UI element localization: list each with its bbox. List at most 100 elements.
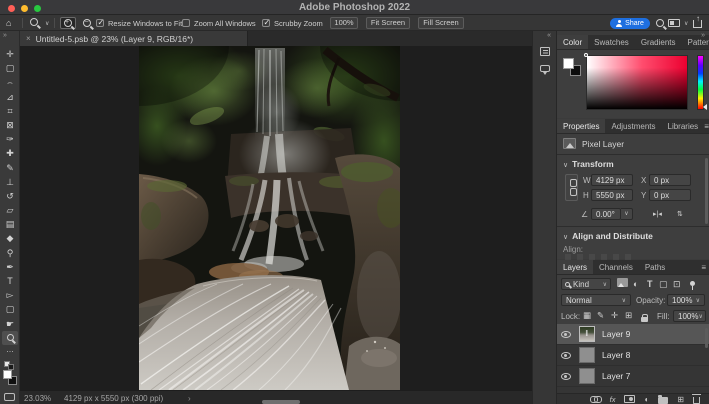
- x-field[interactable]: 0 px: [649, 174, 691, 186]
- rotation-dropdown-icon[interactable]: ∨: [621, 208, 633, 220]
- lock-artboard-icon[interactable]: ⊞: [625, 310, 632, 321]
- width-field[interactable]: 4129 px: [591, 174, 633, 186]
- opacity-dropdown[interactable]: 100% ∨: [667, 294, 705, 306]
- foreground-color-swatch[interactable]: [563, 58, 574, 69]
- fit-screen-button[interactable]: Fit Screen: [366, 17, 410, 29]
- rotation-field[interactable]: 0.00°: [591, 208, 621, 220]
- canvas-image[interactable]: [139, 46, 400, 390]
- layer-thumbnail[interactable]: [579, 347, 595, 363]
- type-tool[interactable]: T: [0, 274, 20, 288]
- fill-dropdown[interactable]: 100% ∨: [673, 310, 706, 322]
- tab-paths[interactable]: Paths: [639, 260, 671, 274]
- panel-menu-icon[interactable]: ≡: [704, 122, 709, 131]
- zoom-all-windows-checkbox[interactable]: [182, 19, 190, 27]
- edit-toolbar-icon[interactable]: …: [0, 345, 20, 357]
- chevron-down-icon[interactable]: ∨: [684, 20, 688, 27]
- layer-name[interactable]: Layer 7: [602, 371, 630, 381]
- status-zoom-level[interactable]: 23.03%: [24, 394, 51, 403]
- brush-tool[interactable]: ✎: [0, 161, 20, 175]
- delete-layer-icon[interactable]: [693, 397, 700, 404]
- foreground-color-swatch[interactable]: [3, 370, 12, 379]
- panel-menu-icon[interactable]: ≡: [701, 263, 709, 272]
- new-group-icon[interactable]: [658, 397, 668, 404]
- saturation-brightness-field[interactable]: [586, 55, 688, 110]
- properties-scrollbar-thumb[interactable]: [705, 158, 708, 224]
- blur-tool[interactable]: ◆: [0, 231, 20, 245]
- hand-tool[interactable]: ☛: [0, 317, 20, 331]
- flip-horizontal-icon[interactable]: ▸|◂: [653, 210, 662, 218]
- frame-tool[interactable]: ⊠: [0, 118, 20, 132]
- marquee-tool[interactable]: ▢: [0, 61, 20, 75]
- lock-all-icon[interactable]: [641, 317, 648, 322]
- layer-style-fx-icon[interactable]: fx: [610, 395, 616, 404]
- tab-libraries[interactable]: Libraries: [662, 119, 705, 133]
- zoom-100-button[interactable]: 100%: [330, 17, 358, 29]
- document-tab[interactable]: × Untitled-5.psb @ 23% (Layer 9, RGB/16*…: [20, 31, 248, 46]
- dodge-tool[interactable]: ⚲: [0, 246, 20, 260]
- fill-screen-button[interactable]: Fill Screen: [418, 17, 464, 29]
- toolbar-expand-icon[interactable]: »: [3, 32, 7, 39]
- zoom-tool-selected[interactable]: [2, 331, 18, 345]
- tab-properties[interactable]: Properties: [557, 119, 605, 133]
- eyedropper-tool[interactable]: ✑: [0, 132, 20, 146]
- filter-pixel-layers-icon[interactable]: [617, 278, 628, 290]
- layer-name[interactable]: Layer 9: [602, 329, 630, 339]
- home-icon[interactable]: ⌂: [6, 18, 11, 28]
- hue-slider-marker[interactable]: [703, 104, 707, 110]
- layers-scrollbar-thumb[interactable]: [705, 328, 708, 348]
- layer-filter-kind-dropdown[interactable]: Kind ∨: [561, 278, 611, 290]
- clone-stamp-tool[interactable]: ⊥: [0, 175, 20, 189]
- tab-adjustments[interactable]: Adjustments: [605, 119, 661, 133]
- screen-mode-icon[interactable]: [668, 19, 680, 27]
- share-button[interactable]: Share: [610, 18, 650, 29]
- expand-panels-icon[interactable]: »: [701, 32, 705, 39]
- height-field[interactable]: 5550 px: [591, 189, 633, 201]
- lasso-tool[interactable]: ⌢: [0, 75, 20, 89]
- move-tool[interactable]: ✛: [0, 47, 20, 61]
- search-icon[interactable]: [656, 19, 664, 29]
- filter-smart-objects-icon[interactable]: ⊡: [673, 278, 681, 290]
- filter-shape-layers-icon[interactable]: ▢: [659, 278, 668, 290]
- history-brush-tool[interactable]: ↺: [0, 189, 20, 203]
- transform-section-header[interactable]: ∨Transform: [563, 159, 614, 169]
- status-menu-chevron-icon[interactable]: ›: [188, 394, 191, 403]
- layer-row-selected[interactable]: Layer 9: [557, 324, 709, 345]
- link-dimensions-icon[interactable]: [565, 174, 578, 201]
- zoom-out-button[interactable]: [79, 17, 95, 29]
- tab-swatches[interactable]: Swatches: [588, 35, 635, 49]
- hue-slider[interactable]: [697, 55, 704, 110]
- filter-type-layers-icon[interactable]: T: [647, 278, 653, 290]
- flip-vertical-icon[interactable]: ⇅: [677, 210, 683, 218]
- visibility-eye-icon[interactable]: [561, 373, 571, 380]
- shape-tool[interactable]: ▢: [0, 302, 20, 316]
- eraser-tool[interactable]: ▱: [0, 203, 20, 217]
- export-share-icon[interactable]: [693, 20, 702, 28]
- history-panel-icon[interactable]: [540, 47, 550, 56]
- gradient-tool[interactable]: ▤: [0, 217, 20, 231]
- pen-tool[interactable]: ✒: [0, 260, 20, 274]
- lock-paint-icon[interactable]: ✎: [597, 310, 604, 321]
- color-sample-marker[interactable]: [584, 53, 588, 57]
- layer-thumbnail[interactable]: [579, 326, 595, 342]
- collapse-dock-icon[interactable]: «: [547, 32, 551, 39]
- tab-gradients[interactable]: Gradients: [635, 35, 682, 49]
- new-adjustment-layer-icon[interactable]: ◐: [644, 395, 649, 404]
- default-colors-icon[interactable]: [4, 361, 14, 368]
- visibility-eye-icon[interactable]: [561, 352, 571, 359]
- path-selection-tool[interactable]: ▻: [0, 288, 20, 302]
- crop-tool[interactable]: ⌗: [0, 104, 20, 118]
- healing-brush-tool[interactable]: ✚: [0, 146, 20, 160]
- layer-thumbnail[interactable]: [579, 368, 595, 384]
- visibility-eye-icon[interactable]: [561, 331, 571, 338]
- comments-panel-icon[interactable]: [540, 65, 550, 72]
- screen-mode-toggle-icon[interactable]: [4, 393, 15, 401]
- horizontal-scrollbar-thumb[interactable]: [262, 400, 300, 404]
- align-section-header[interactable]: ∨Align and Distribute: [563, 231, 653, 241]
- y-field[interactable]: 0 px: [649, 189, 691, 201]
- object-selection-tool[interactable]: ⊿: [0, 90, 20, 104]
- layer-name[interactable]: Layer 8: [602, 350, 630, 360]
- filter-toggle-icon[interactable]: [690, 281, 695, 286]
- tab-layers[interactable]: Layers: [557, 260, 593, 274]
- blend-mode-select[interactable]: Normal ∨: [561, 294, 631, 306]
- resize-windows-checkbox[interactable]: [96, 19, 104, 27]
